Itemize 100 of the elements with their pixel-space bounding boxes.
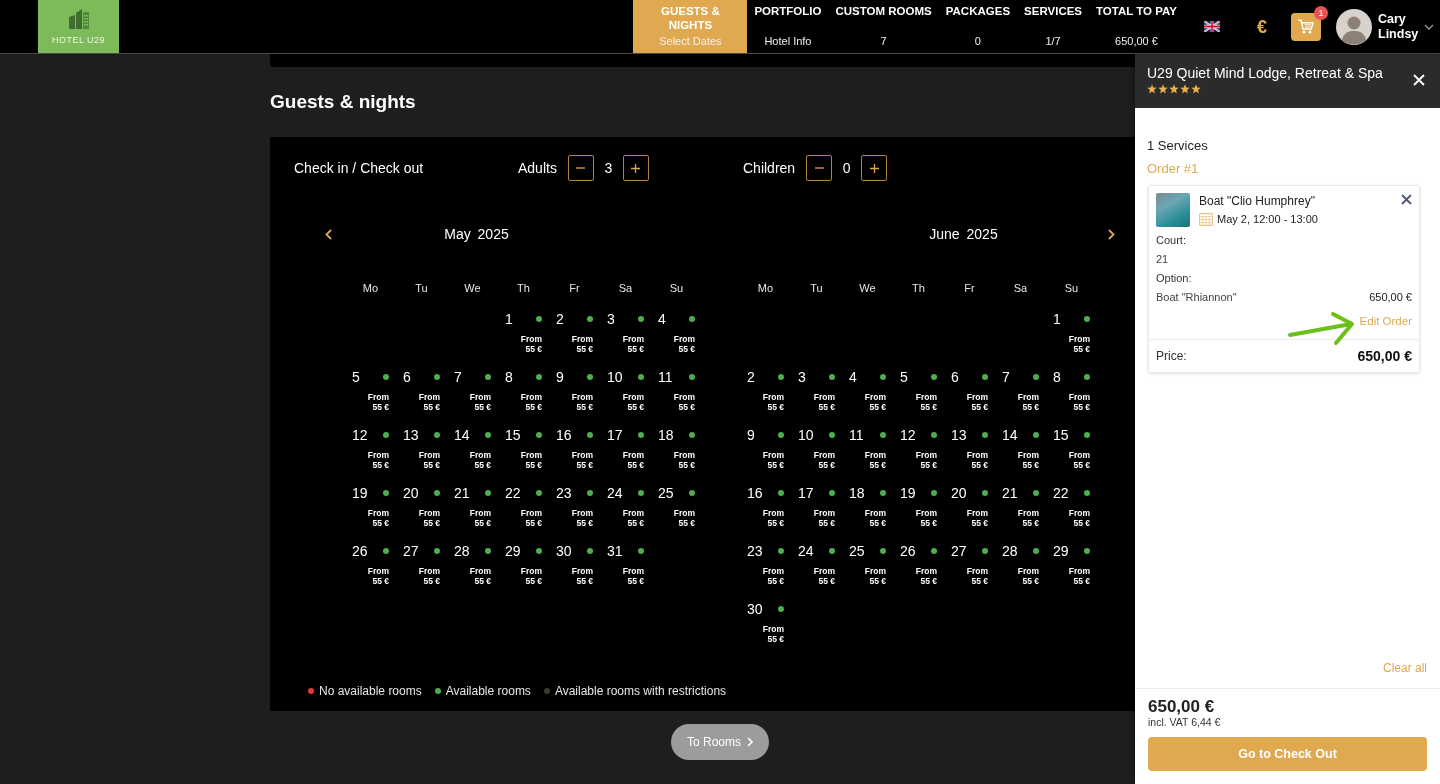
plus-icon: [631, 163, 641, 173]
user-menu[interactable]: Cary Lindsy: [1336, 8, 1434, 45]
calendar-day[interactable]: 21 From 55 €: [995, 483, 1046, 531]
language-button[interactable]: [1204, 21, 1220, 32]
order-item-date: May 2, 12:00 - 13:00: [1217, 213, 1318, 225]
calendar-day[interactable]: 27 From 55 €: [396, 541, 447, 589]
calendar-day[interactable]: 11 From 55 €: [842, 425, 893, 473]
calendar-day[interactable]: 28 From 55 €: [995, 541, 1046, 589]
calendar-day[interactable]: 23 From 55 €: [740, 541, 791, 589]
calendar-day[interactable]: 1 From 55 €: [1046, 309, 1097, 357]
total-price: 650,00 €: [1148, 698, 1215, 716]
weekday-label: Mo: [361, 281, 380, 296]
calendar-day[interactable]: 15 From 55 €: [1046, 425, 1097, 473]
calendar-day[interactable]: 18 From 55 €: [842, 483, 893, 531]
calendar-day[interactable]: 9 From 55 €: [740, 425, 791, 473]
calendar-day[interactable]: 25 From 55 €: [651, 483, 702, 531]
calendar-day[interactable]: 4 From 55 €: [842, 367, 893, 415]
calendar-day[interactable]: 28 From 55 €: [447, 541, 498, 589]
calendar-icon: [1199, 212, 1213, 226]
calendar-day[interactable]: 24 From 55 €: [600, 483, 651, 531]
guest-count: 0: [841, 160, 852, 176]
calendar-day[interactable]: 22 From 55 €: [498, 483, 549, 531]
calendar-day[interactable]: 7 From 55 €: [995, 367, 1046, 415]
calendar-day[interactable]: 31 From 55 €: [600, 541, 651, 589]
weekday-label: Sa: [617, 281, 634, 296]
close-button[interactable]: [1413, 74, 1425, 86]
plus-icon: [869, 163, 879, 173]
detail-value: 21: [1156, 252, 1169, 267]
calendar-day[interactable]: 17 From 55 €: [791, 483, 842, 531]
nav-tab[interactable]: CUSTOM ROOMS 7: [828, 0, 939, 53]
nav-tab[interactable]: SERVICES 1/7: [1017, 0, 1090, 53]
calendar-day[interactable]: 26 From 55 €: [893, 541, 944, 589]
calendar-day[interactable]: 10 From 55 €: [600, 367, 651, 415]
calendar-day[interactable]: 6 From 55 €: [944, 367, 995, 415]
calendar-day[interactable]: 17 From 55 €: [600, 425, 651, 473]
cart-button[interactable]: [1291, 12, 1321, 41]
building-icon: [68, 8, 89, 29]
calendar-day[interactable]: 15 From 55 €: [498, 425, 549, 473]
calendar-day[interactable]: 2 From 55 €: [740, 367, 791, 415]
calendar-day[interactable]: 27 From 55 €: [944, 541, 995, 589]
calendar-day[interactable]: 20 From 55 €: [396, 483, 447, 531]
order-item-title: Boat "Clio Humphrey": [1199, 193, 1316, 209]
calendar-day[interactable]: 7 From 55 €: [447, 367, 498, 415]
calendar-day[interactable]: 24 From 55 €: [791, 541, 842, 589]
calendar-day[interactable]: 3 From 55 €: [791, 367, 842, 415]
calendar-day[interactable]: 13 From 55 €: [396, 425, 447, 473]
calendar-day[interactable]: 29 From 55 €: [498, 541, 549, 589]
nav-tab[interactable]: TOTAL TO PAY 650,00 €: [1089, 0, 1184, 53]
calendar-day[interactable]: 4 From 55 €: [651, 309, 702, 357]
calendar-day[interactable]: 1 From 55 €: [498, 309, 549, 357]
calendar-day[interactable]: 3 From 55 €: [600, 309, 651, 357]
calendar-day[interactable]: 8 From 55 €: [498, 367, 549, 415]
calendar-day[interactable]: 14 From 55 €: [447, 425, 498, 473]
currency-button[interactable]: €: [1257, 16, 1267, 37]
calendar-day[interactable]: 10 From 55 €: [791, 425, 842, 473]
calendar-day[interactable]: 25 From 55 €: [842, 541, 893, 589]
calendar-day[interactable]: 16 From 55 €: [549, 425, 600, 473]
calendar-day[interactable]: 8 From 55 €: [1046, 367, 1097, 415]
calendar-day[interactable]: 13 From 55 €: [944, 425, 995, 473]
detail-value: Boat "Rhiannon": [1156, 290, 1237, 305]
calendar-day[interactable]: 14 From 55 €: [995, 425, 1046, 473]
calendar-day[interactable]: 23 From 55 €: [549, 483, 600, 531]
calendar-day[interactable]: 2 From 55 €: [549, 309, 600, 357]
nav-tab[interactable]: PORTFOLIO Hotel Info: [747, 0, 829, 53]
weekday-label: Fr: [963, 281, 976, 296]
calendar-day[interactable]: 30 From 55 €: [740, 599, 791, 647]
calendar-day[interactable]: 12 From 55 €: [893, 425, 944, 473]
hotel-name: U29 Quiet Mind Lodge, Retreat & Spa: [1147, 65, 1383, 82]
photo-placeholder: [1156, 193, 1190, 227]
increase-button[interactable]: [861, 155, 888, 181]
decrease-button[interactable]: [567, 155, 594, 181]
legend-label: Available rooms with restrictions: [554, 684, 727, 698]
increase-button[interactable]: [622, 155, 649, 181]
calendar-day[interactable]: 19 From 55 €: [345, 483, 396, 531]
calendar-day[interactable]: 5 From 55 €: [893, 367, 944, 415]
nav-tab[interactable]: PACKAGES 0: [938, 0, 1018, 53]
chevron-right-icon: [747, 737, 753, 747]
star-icon: [1191, 84, 1201, 94]
calendar-day[interactable]: 20 From 55 €: [944, 483, 995, 531]
calendar-day[interactable]: 18 From 55 €: [651, 425, 702, 473]
calendar-day[interactable]: 19 From 55 €: [893, 483, 944, 531]
calendar-day[interactable]: 16 From 55 €: [740, 483, 791, 531]
calendar-day[interactable]: 22 From 55 €: [1046, 483, 1097, 531]
calendar-day[interactable]: 11 From 55 €: [651, 367, 702, 415]
legend-label: No available rooms: [319, 684, 422, 698]
remove-item-button[interactable]: [1401, 194, 1412, 205]
calendar-day[interactable]: 29 From 55 €: [1046, 541, 1097, 589]
order-title: Order #1: [1147, 161, 1199, 177]
calendar-day[interactable]: 6 From 55 €: [396, 367, 447, 415]
calendar-day[interactable]: 21 From 55 €: [447, 483, 498, 531]
star-icon: [1180, 84, 1190, 94]
decrease-button[interactable]: [806, 155, 833, 181]
calendar-day[interactable]: 5 From 55 €: [345, 367, 396, 415]
calendar-day[interactable]: 9 From 55 €: [549, 367, 600, 415]
calendar-day[interactable]: 26 From 55 €: [345, 541, 396, 589]
price-value: 650,00 €: [1357, 348, 1412, 364]
calendar-day[interactable]: 12 From 55 €: [345, 425, 396, 473]
weekday-label: Th: [911, 281, 926, 296]
weekday-label: We: [858, 281, 877, 296]
calendar-day[interactable]: 30 From 55 €: [549, 541, 600, 589]
